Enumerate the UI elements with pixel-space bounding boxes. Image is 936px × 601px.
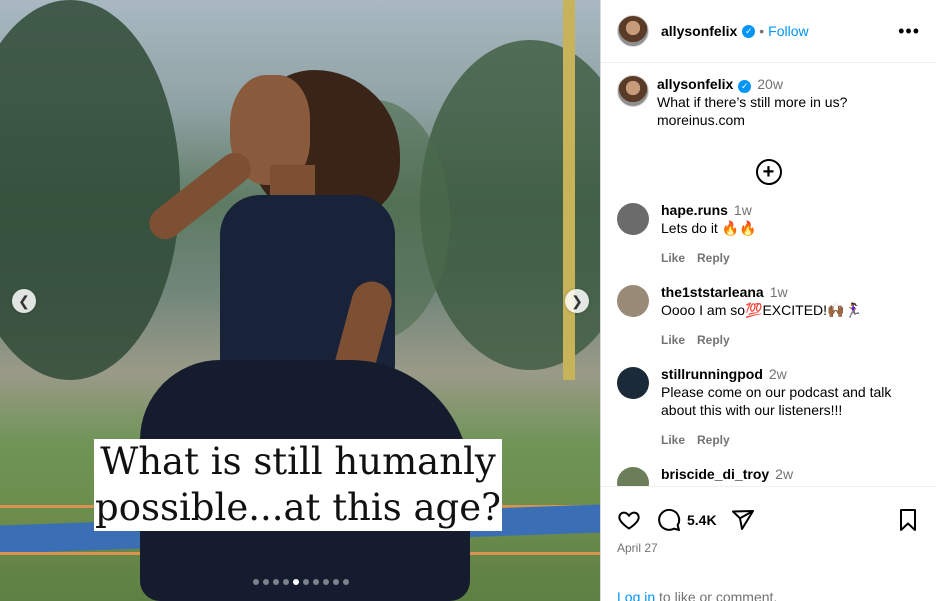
caption-username[interactable]: allysonfelix bbox=[657, 76, 733, 92]
caption-line: What if there’s still more in us? bbox=[657, 94, 848, 110]
comments-list[interactable]: allysonfelix ✓ 20w What if there’s still m… bbox=[601, 63, 936, 486]
comment-text: Lets do it 🔥🔥 bbox=[661, 220, 757, 236]
comment-icon[interactable] bbox=[657, 508, 681, 532]
comment-username[interactable]: hape.runs bbox=[661, 202, 728, 218]
comment-time: 1w bbox=[733, 202, 752, 218]
verified-badge-icon: ✓ bbox=[742, 24, 756, 38]
login-link[interactable]: Log in bbox=[617, 589, 655, 601]
like-comment-button[interactable]: Like bbox=[661, 333, 685, 347]
image-overlay-caption: What is still humanly possible...at this… bbox=[94, 439, 502, 531]
carousel-dot bbox=[273, 579, 279, 585]
post-header: allysonfelix ✓ • Follow ••• bbox=[601, 0, 936, 63]
carousel-dot bbox=[333, 579, 339, 585]
comment-count: 5.4K bbox=[687, 512, 717, 528]
header-username[interactable]: allysonfelix bbox=[661, 23, 737, 39]
post-date: April 27 bbox=[617, 541, 658, 555]
follow-button[interactable]: Follow bbox=[768, 23, 808, 39]
avatar[interactable] bbox=[617, 285, 649, 317]
heart-icon[interactable] bbox=[617, 508, 641, 532]
carousel-dot bbox=[323, 579, 329, 585]
comment-item: briscide_di_troy 2w bbox=[601, 465, 936, 486]
carousel-dot bbox=[253, 579, 259, 585]
load-more-comments-button[interactable]: + bbox=[755, 159, 782, 185]
login-prompt-text: to like or comment. bbox=[655, 589, 778, 601]
comment-text: Please come on our podcast and talk abou… bbox=[661, 384, 892, 418]
comment-text: Oooo I am so💯EXCITED!🙌🏾🏃🏾‍♀ bbox=[661, 302, 862, 318]
carousel-prev-button[interactable]: ❮ bbox=[12, 289, 36, 313]
reply-button[interactable]: Reply bbox=[697, 333, 730, 347]
chevron-left-icon: ❮ bbox=[18, 292, 30, 309]
reply-button[interactable]: Reply bbox=[697, 433, 730, 447]
reply-button[interactable]: Reply bbox=[697, 251, 730, 265]
comment-time: 1w bbox=[769, 284, 788, 300]
more-options-icon[interactable]: ••• bbox=[898, 21, 920, 42]
carousel-dot bbox=[283, 579, 289, 585]
avatar[interactable] bbox=[617, 75, 649, 107]
chevron-right-icon: ❯ bbox=[571, 292, 583, 309]
bookmark-icon[interactable] bbox=[896, 508, 920, 532]
comment-time: 2w bbox=[768, 366, 787, 382]
avatar[interactable] bbox=[617, 367, 649, 399]
comment-username[interactable]: briscide_di_troy bbox=[661, 466, 769, 482]
carousel-dot bbox=[303, 579, 309, 585]
avatar[interactable] bbox=[617, 15, 649, 47]
comment-username[interactable]: stillrunningpod bbox=[661, 366, 763, 382]
carousel-dot bbox=[263, 579, 269, 585]
carousel-next-button[interactable]: ❯ bbox=[565, 289, 589, 313]
carousel-dot bbox=[293, 579, 299, 585]
carousel-dot bbox=[343, 579, 349, 585]
carousel-dot bbox=[313, 579, 319, 585]
like-comment-button[interactable]: Like bbox=[661, 433, 685, 447]
comment-time: 2w bbox=[775, 466, 794, 482]
post-caption: allysonfelix ✓ 20w What if there’s still m… bbox=[601, 63, 936, 129]
carousel-indicator bbox=[253, 579, 349, 585]
caption-time: 20w bbox=[757, 76, 783, 92]
plus-icon: + bbox=[762, 161, 775, 183]
post-panel: allysonfelix ✓ • Follow ••• allysonfelix… bbox=[601, 0, 936, 601]
login-prompt: Log in to like or comment. bbox=[601, 589, 936, 601]
post-media[interactable]: What is still humanly possible...at this… bbox=[0, 0, 601, 601]
goal-post bbox=[563, 0, 575, 380]
actions-bar: 5.4K April 27 Log in to like or comment. bbox=[601, 486, 936, 601]
comment-thread: hape.runs 1w Lets do it 🔥🔥 Like Reply the1sts… bbox=[601, 201, 936, 486]
comment-item: hape.runs 1w Lets do it 🔥🔥 Like Reply bbox=[601, 201, 936, 267]
comment-username[interactable]: the1ststarleana bbox=[661, 284, 764, 300]
separator: • bbox=[759, 23, 765, 39]
comment-item: the1ststarleana 1w Oooo I am so💯EXCITED!🙌🏾… bbox=[601, 283, 936, 349]
share-icon[interactable] bbox=[731, 508, 755, 532]
overlay-text: What is still humanly possible...at this… bbox=[95, 440, 501, 529]
comment-item: stillrunningpod 2w Please come on our podc… bbox=[601, 365, 936, 449]
caption-link[interactable]: moreinus.com bbox=[657, 111, 847, 129]
avatar[interactable] bbox=[617, 467, 649, 486]
verified-badge-icon: ✓ bbox=[738, 79, 752, 93]
like-comment-button[interactable]: Like bbox=[661, 251, 685, 265]
avatar[interactable] bbox=[617, 203, 649, 235]
